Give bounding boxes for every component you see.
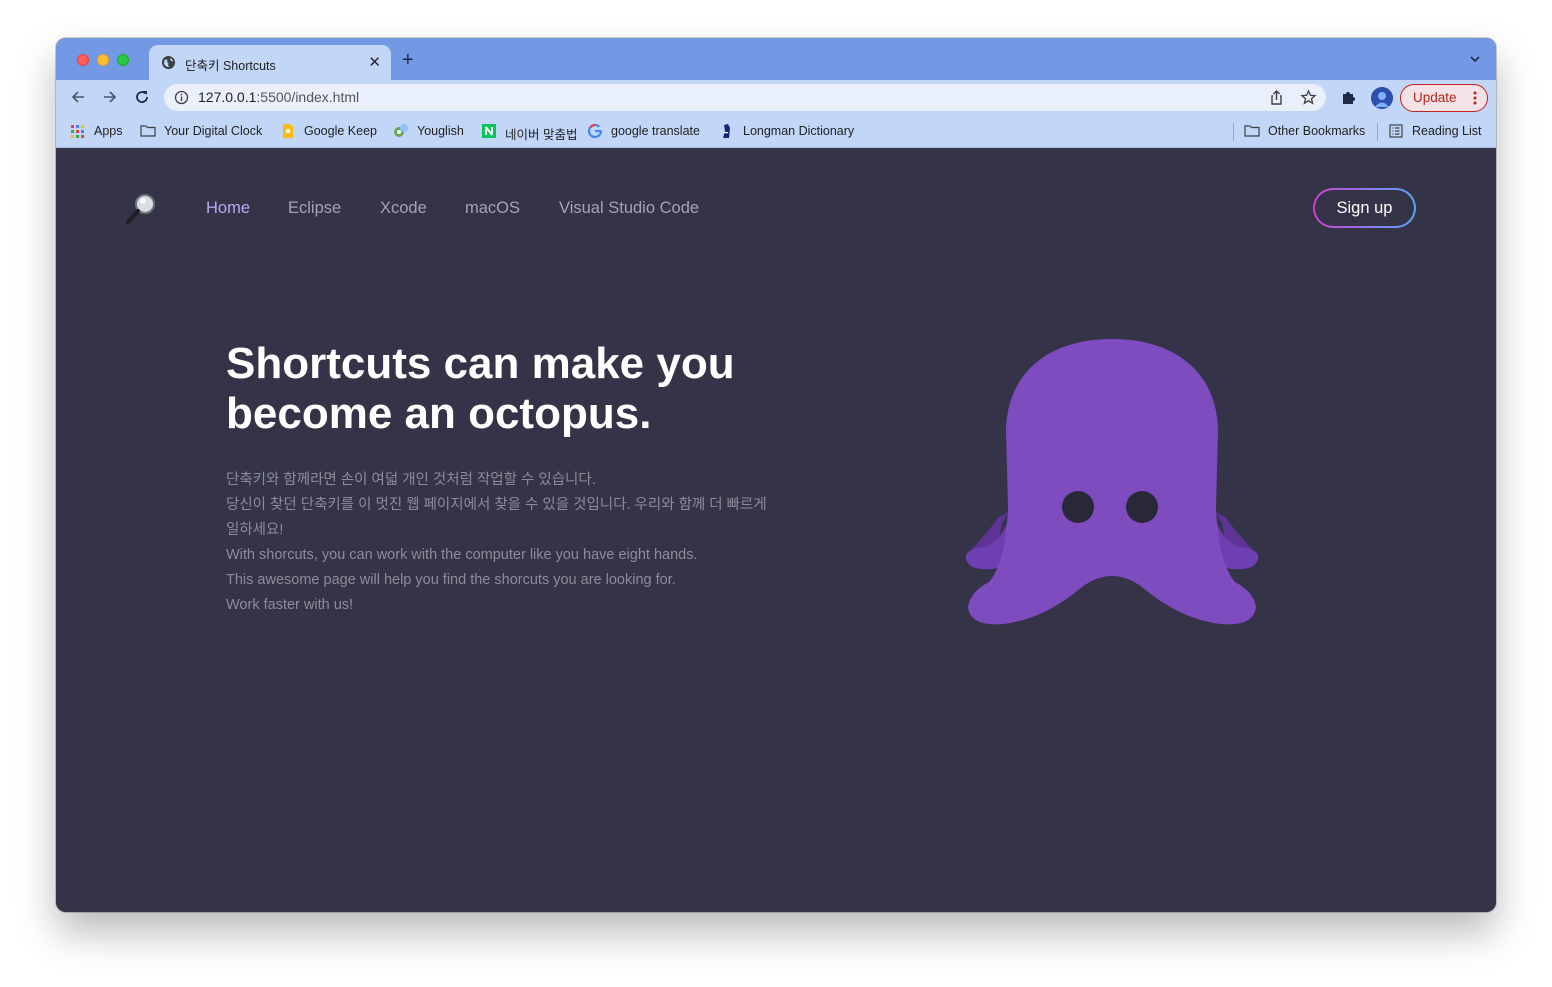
description-line: 일하세요!	[226, 522, 284, 538]
description-line: Work faster with us!	[226, 597, 354, 613]
nav-macos[interactable]: macOS	[465, 199, 520, 218]
nav-eclipse[interactable]: Eclipse	[288, 199, 341, 218]
description-line: 단축키와 함께라면 손이 여덟 개인 것처럼 작업할 수 있습니다.	[226, 472, 596, 488]
reload-icon[interactable]	[133, 88, 151, 106]
hero-headline: Shortcuts can make you become an octopus…	[226, 339, 735, 438]
url-text: 127.0.0.1:5500/index.html	[198, 89, 360, 105]
apps-grid-icon	[71, 125, 84, 138]
close-tab-icon[interactable]: ✕	[368, 53, 381, 71]
active-tab[interactable]: 단축키 Shortcuts ✕	[149, 45, 391, 80]
fullscreen-window-button[interactable]	[117, 54, 129, 66]
close-window-button[interactable]	[77, 54, 89, 66]
profile-avatar[interactable]	[1371, 87, 1393, 109]
folder-icon	[140, 125, 156, 137]
reading-list-icon	[1389, 124, 1403, 138]
avatar-icon	[1371, 87, 1393, 109]
description-line: This awesome page will help you find the…	[226, 572, 676, 588]
globe-icon	[161, 55, 176, 70]
folder-icon	[1244, 125, 1260, 137]
hero-description: 단축키와 함께라면 손이 여덟 개인 것처럼 작업할 수 있습니다. 당신이 찾…	[226, 468, 786, 618]
nav-home[interactable]: Home	[206, 199, 250, 218]
new-tab-button[interactable]: +	[402, 50, 414, 70]
signup-button[interactable]: Sign up	[1313, 188, 1416, 228]
octopus-illustration	[965, 339, 1259, 625]
back-arrow-icon[interactable]	[69, 88, 87, 106]
bookmarks-separator	[1377, 123, 1378, 141]
description-line: With shorcuts, you can work with the com…	[226, 547, 698, 563]
signup-label: Sign up	[1315, 190, 1414, 226]
google-keep-icon	[283, 124, 293, 138]
chevron-down-icon[interactable]	[1468, 52, 1482, 66]
longman-icon	[723, 124, 730, 138]
minimize-window-button[interactable]	[97, 54, 109, 66]
nav-visual-studio-code[interactable]: Visual Studio Code	[559, 199, 699, 218]
google-icon	[587, 123, 603, 139]
update-button[interactable]: Update	[1400, 84, 1488, 112]
forward-arrow-icon[interactable]	[101, 88, 119, 106]
tab-strip: 단축키 Shortcuts ✕ +	[56, 38, 1496, 80]
more-vertical-icon	[1473, 91, 1477, 105]
extensions-puzzle-icon[interactable]	[1340, 88, 1358, 106]
youglish-icon	[394, 124, 408, 137]
naver-icon	[482, 124, 496, 138]
tab-title: 단축키 Shortcuts	[185, 59, 276, 73]
bookmarks-separator	[1233, 123, 1234, 141]
nav-xcode[interactable]: Xcode	[380, 199, 427, 218]
bookmarks-bar: Apps Your Digital Clock Google Keep Youg…	[56, 114, 1496, 148]
update-label: Update	[1413, 90, 1457, 105]
share-icon[interactable]	[1268, 89, 1285, 106]
web-page: Home Eclipse Xcode macOS Visual Studio C…	[56, 149, 1496, 912]
info-icon[interactable]	[174, 90, 189, 105]
browser-toolbar: 127.0.0.1:5500/index.html	[56, 80, 1496, 114]
browser-window: 단축키 Shortcuts ✕ + 127.0.0.1:5500/index.h…	[56, 38, 1496, 912]
address-bar[interactable]: 127.0.0.1:5500/index.html	[164, 84, 1326, 111]
description-line: 당신이 찾던 단축키를 이 멋진 웹 페이지에서 찾을 수 있을 것입니다. 우…	[226, 497, 767, 513]
magnifying-glass-icon[interactable]	[124, 191, 158, 225]
bookmark-star-icon[interactable]	[1300, 89, 1317, 106]
